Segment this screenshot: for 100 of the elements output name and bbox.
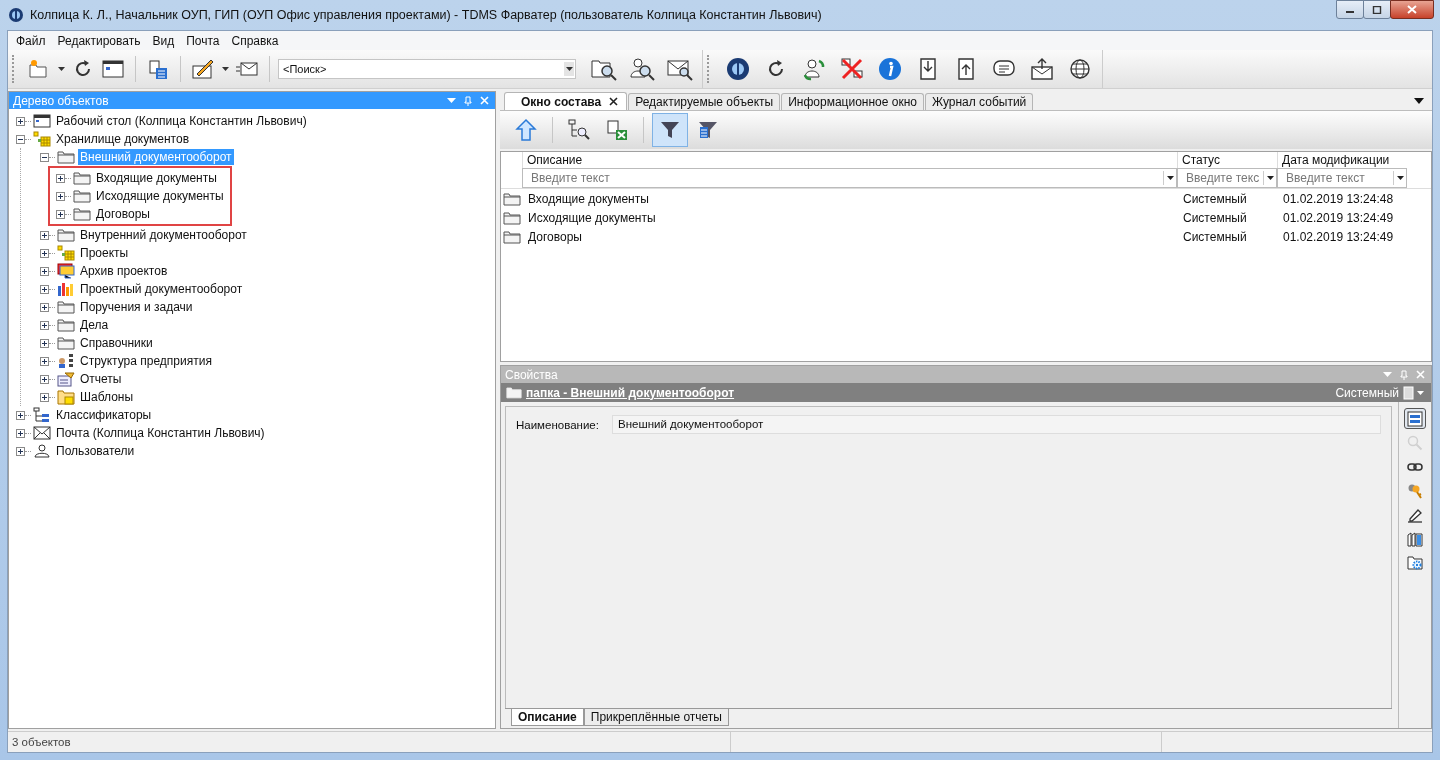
caret-icon[interactable] bbox=[1166, 176, 1174, 180]
panel-title: Дерево объектов bbox=[13, 93, 109, 108]
caret-icon[interactable] bbox=[1266, 176, 1274, 180]
tree-item[interactable]: Договоры bbox=[94, 206, 152, 222]
tree-item[interactable]: Справочники bbox=[78, 335, 155, 351]
minimize-button[interactable] bbox=[1336, 0, 1364, 19]
filter-placeholder: Введите текс bbox=[1185, 171, 1261, 185]
collapse-toggle[interactable] bbox=[40, 152, 49, 162]
pencil-envelope-icon bbox=[191, 58, 215, 80]
tab[interactable]: Журнал событий bbox=[924, 93, 1034, 110]
expand-toggle[interactable] bbox=[16, 446, 25, 456]
maximize-button[interactable] bbox=[1363, 0, 1391, 19]
tree-item[interactable]: Архив проектов bbox=[78, 263, 170, 279]
window-title: Колпица К. Л., Начальник ОУП, ГИП (ОУП Офис управления проектами) - TDMS Фарватер (пользователь Колпица Константин Львович) bbox=[30, 8, 823, 22]
expand-toggle[interactable] bbox=[40, 392, 49, 402]
table-cell-text: Входящие документы bbox=[527, 191, 650, 206]
folder-icon bbox=[57, 318, 75, 332]
expand-toggle[interactable] bbox=[40, 356, 49, 366]
document-menu-icon[interactable] bbox=[1403, 385, 1425, 400]
caret-icon[interactable] bbox=[1396, 176, 1404, 180]
list-icon bbox=[147, 58, 169, 80]
tree-item[interactable]: Исходящие документы bbox=[94, 188, 226, 204]
tree-item[interactable]: Отчеты bbox=[78, 371, 124, 387]
expand-toggle[interactable] bbox=[16, 410, 25, 420]
close-icon[interactable] bbox=[609, 97, 619, 106]
filter-field[interactable]: Введите текс bbox=[1177, 168, 1277, 188]
filter-placeholder: Введите текст bbox=[1285, 171, 1366, 185]
envelope-up-arrow-icon bbox=[1030, 57, 1054, 81]
filter-field[interactable]: Введите текст bbox=[1277, 168, 1407, 188]
collapse-toggle[interactable] bbox=[16, 134, 25, 144]
table-cell-text: 01.02.2019 13:24:49 bbox=[1282, 229, 1395, 244]
tree-item[interactable]: Рабочий стол (Колпица Константин Львович) bbox=[54, 113, 309, 129]
envelope-icon bbox=[235, 59, 259, 79]
tab[interactable]: Прикреплённые отчеты bbox=[583, 709, 729, 726]
tab[interactable]: Окно состава bbox=[504, 92, 628, 110]
table-cell-text: Исходящие документы bbox=[527, 210, 657, 225]
close-button[interactable] bbox=[1390, 0, 1434, 19]
status-text: 3 объектов bbox=[8, 732, 731, 752]
toolbar-button[interactable] bbox=[652, 113, 688, 147]
report-icon bbox=[57, 371, 75, 387]
expand-toggle[interactable] bbox=[40, 302, 49, 312]
filter-field[interactable]: Введите текст bbox=[522, 168, 1177, 188]
folder-icon bbox=[73, 207, 91, 221]
expand-toggle[interactable] bbox=[40, 320, 49, 330]
table-cell-text: Системный bbox=[1182, 191, 1248, 206]
user-sync-icon bbox=[801, 57, 827, 81]
menu-item[interactable]: Файл bbox=[10, 33, 52, 48]
menu-item[interactable]: Вид bbox=[146, 33, 181, 48]
field-label: Наименование: bbox=[516, 418, 600, 431]
tree-item[interactable]: Хранилище документов bbox=[54, 131, 192, 147]
expand-toggle[interactable] bbox=[40, 284, 49, 294]
expand-toggle[interactable] bbox=[16, 428, 25, 438]
tab[interactable]: Информационное окно bbox=[781, 93, 924, 110]
side-tool-button[interactable] bbox=[1404, 408, 1426, 429]
tree-item[interactable]: Внутренний документооборот bbox=[78, 227, 249, 243]
user-search-icon bbox=[629, 57, 655, 81]
expand-toggle[interactable] bbox=[40, 266, 49, 276]
tree-item[interactable]: Классификаторы bbox=[54, 407, 154, 423]
tree-search-icon bbox=[567, 118, 591, 142]
folder-icon bbox=[57, 150, 75, 164]
up-arrow-icon bbox=[514, 118, 538, 142]
expand-toggle[interactable] bbox=[56, 209, 65, 219]
app-logo-icon bbox=[8, 7, 24, 23]
object-link[interactable]: папка - Внешний документооборот bbox=[526, 385, 735, 400]
dropdown-icon[interactable] bbox=[1414, 97, 1424, 104]
folder-icon bbox=[503, 210, 521, 225]
books-icon bbox=[1407, 530, 1423, 547]
menu-item[interactable]: Справка bbox=[225, 33, 285, 48]
tree-item[interactable]: Почта (Колпица Константин Львович) bbox=[54, 425, 267, 441]
tree-item[interactable]: Поручения и задачи bbox=[78, 299, 195, 315]
tree-item[interactable]: Шаблоны bbox=[78, 389, 136, 405]
expand-toggle[interactable] bbox=[56, 191, 65, 201]
tree-item[interactable]: Входящие документы bbox=[94, 170, 219, 186]
expand-toggle[interactable] bbox=[40, 338, 49, 348]
tree-item[interactable]: Структура предприятия bbox=[78, 353, 214, 369]
user-icon bbox=[33, 444, 51, 458]
tab[interactable]: Редактируемые объекты bbox=[628, 93, 781, 110]
tree-item[interactable]: Проекты bbox=[78, 245, 131, 261]
expand-toggle[interactable] bbox=[40, 230, 49, 240]
hierarchy-icon bbox=[33, 407, 51, 423]
expand-toggle[interactable] bbox=[40, 248, 49, 258]
expand-toggle[interactable] bbox=[40, 374, 49, 384]
envelope-icon bbox=[33, 426, 51, 440]
table-cell-text: Системный bbox=[1182, 229, 1248, 244]
search-combobox[interactable]: <Поиск> bbox=[278, 59, 576, 79]
tab[interactable]: Описание bbox=[511, 709, 584, 726]
caret-icon bbox=[221, 67, 229, 71]
tree-item[interactable]: Пользователи bbox=[54, 443, 137, 459]
expand-toggle[interactable] bbox=[56, 173, 65, 183]
menu-item[interactable]: Редактировать bbox=[51, 33, 147, 48]
name-field[interactable]: Внешний документооборот bbox=[612, 415, 1381, 434]
tree-item[interactable]: Проектный документооборот bbox=[78, 281, 245, 297]
blocks-icon bbox=[57, 245, 75, 261]
tree-item[interactable]: Дела bbox=[78, 317, 111, 333]
expand-toggle[interactable] bbox=[16, 116, 25, 126]
filter-placeholder: Введите текст bbox=[530, 171, 611, 185]
org-chart-icon bbox=[57, 353, 75, 369]
menu-item[interactable]: Почта bbox=[180, 33, 226, 48]
table-cell-text: 01.02.2019 13:24:48 bbox=[1282, 191, 1395, 206]
window-icon bbox=[33, 114, 51, 128]
